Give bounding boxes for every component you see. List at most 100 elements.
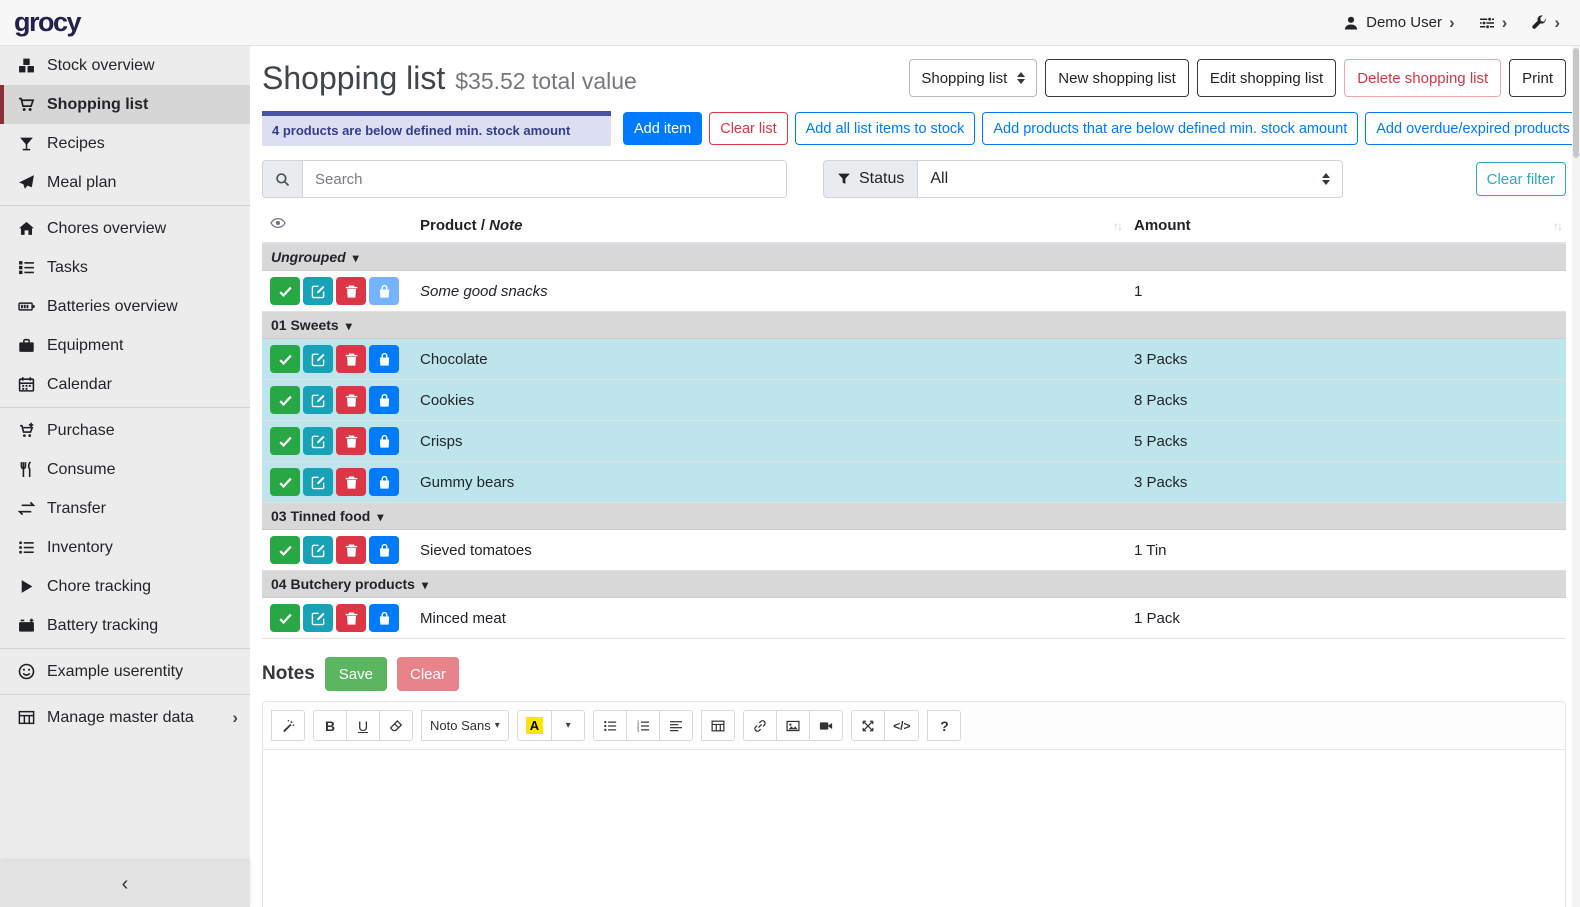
- mark-done-button[interactable]: [270, 604, 300, 632]
- add-all-to-stock-button[interactable]: Add all list items to stock: [795, 112, 976, 145]
- sort-icon: ↑↓: [1553, 219, 1561, 233]
- add-below-min-stock-button[interactable]: Add products that are below defined min.…: [982, 112, 1358, 145]
- edit-item-button[interactable]: [303, 604, 333, 632]
- search-input[interactable]: [302, 160, 787, 198]
- sidebar-item-batteries-overview[interactable]: Batteries overview: [0, 287, 250, 326]
- underline-button[interactable]: U: [346, 710, 380, 741]
- notes-editor-area[interactable]: [263, 750, 1565, 907]
- highlight-button[interactable]: A: [517, 710, 552, 741]
- table-button[interactable]: [701, 710, 735, 741]
- sidebar-item-equipment[interactable]: Equipment: [0, 326, 250, 365]
- bold-button[interactable]: B: [313, 710, 347, 741]
- picture-icon: [786, 719, 800, 733]
- help-button[interactable]: ?: [927, 710, 961, 741]
- edit-item-button[interactable]: [303, 468, 333, 496]
- paragraph-button[interactable]: [659, 710, 693, 741]
- eye-icon: [270, 215, 286, 231]
- add-to-stock-button[interactable]: [369, 604, 399, 632]
- arrows-button[interactable]: [851, 710, 885, 741]
- delete-item-button[interactable]: [336, 604, 366, 632]
- sidebar-item-battery-tracking[interactable]: Battery tracking: [0, 606, 250, 645]
- ol-button[interactable]: 123: [626, 710, 660, 741]
- add-to-stock-button[interactable]: [369, 536, 399, 564]
- mark-done-button[interactable]: [270, 427, 300, 455]
- mark-done-button[interactable]: [270, 277, 300, 305]
- delete-item-button[interactable]: [336, 468, 366, 496]
- sidebar-item-transfer[interactable]: Transfer: [0, 489, 250, 528]
- mark-done-button[interactable]: [270, 468, 300, 496]
- sidebar-item-inventory[interactable]: Inventory: [0, 528, 250, 567]
- sidebar-item-example-userentity[interactable]: Example userentity: [0, 652, 250, 691]
- sidebar-item-manage-master-data[interactable]: Manage master data›: [0, 698, 250, 737]
- battery-icon: [16, 298, 37, 315]
- amount-column-header[interactable]: Amount ↑↓: [1126, 210, 1566, 243]
- ul-button[interactable]: [593, 710, 627, 741]
- shopping-list-select[interactable]: Shopping list: [909, 59, 1037, 97]
- edit-item-button[interactable]: [303, 277, 333, 305]
- visibility-column-header[interactable]: [262, 210, 412, 243]
- group-row-01-sweets[interactable]: 01 Sweets▾: [262, 312, 1566, 339]
- sidebar-item-recipes[interactable]: Recipes: [0, 124, 250, 163]
- group-row-03-tinned-food[interactable]: 03 Tinned food▾: [262, 503, 1566, 530]
- sidebar-item-meal-plan[interactable]: Meal plan: [0, 163, 250, 202]
- admin-menu[interactable]: ›: [1531, 14, 1560, 31]
- product-column-header[interactable]: Product / Note ↑↓: [412, 210, 1126, 243]
- scrollbar-thumb[interactable]: [1573, 48, 1579, 158]
- select-arrows-icon: [1017, 72, 1025, 84]
- group-row-04-butchery-products[interactable]: 04 Butchery products▾: [262, 571, 1566, 598]
- sidebar-item-purchase[interactable]: Purchase: [0, 411, 250, 450]
- add-to-stock-button[interactable]: [369, 427, 399, 455]
- font-button[interactable]: Noto Sans▾: [421, 710, 509, 741]
- sidebar-item-chore-tracking[interactable]: Chore tracking: [0, 567, 250, 606]
- sidebar-item-calendar[interactable]: Calendar: [0, 365, 250, 404]
- user-menu[interactable]: Demo User ›: [1343, 14, 1455, 31]
- picture-button[interactable]: [776, 710, 810, 741]
- delete-item-button[interactable]: [336, 427, 366, 455]
- magic-button[interactable]: [271, 710, 305, 741]
- print-button[interactable]: Print: [1509, 59, 1566, 97]
- add-to-stock-button[interactable]: [369, 386, 399, 414]
- add-item-button[interactable]: Add item: [623, 112, 702, 145]
- add-overdue-button[interactable]: Add overdue/expired products: [1365, 112, 1580, 145]
- group-row-ungrouped[interactable]: Ungrouped▾: [262, 243, 1566, 271]
- edit-item-button[interactable]: [303, 386, 333, 414]
- scrollbar-track[interactable]: [1572, 46, 1580, 907]
- delete-item-button[interactable]: [336, 536, 366, 564]
- edit-item-button[interactable]: [303, 536, 333, 564]
- mark-done-button[interactable]: [270, 386, 300, 414]
- link-icon: [753, 719, 767, 733]
- add-to-stock-button[interactable]: [369, 468, 399, 496]
- sidebar-item-shopping-list[interactable]: Shopping list: [0, 85, 250, 124]
- clear-filter-button[interactable]: Clear filter: [1476, 162, 1566, 196]
- sidebar-item-chores-overview[interactable]: Chores overview: [0, 209, 250, 248]
- sidebar-item-tasks[interactable]: Tasks: [0, 248, 250, 287]
- eraser-button[interactable]: [379, 710, 413, 741]
- mark-done-button[interactable]: [270, 345, 300, 373]
- edit-item-button[interactable]: [303, 345, 333, 373]
- video-button[interactable]: [809, 710, 843, 741]
- status-select[interactable]: All: [917, 160, 1343, 198]
- edit-shopping-list-button[interactable]: Edit shopping list: [1197, 59, 1336, 97]
- app-logo[interactable]: grocy: [14, 7, 80, 38]
- delete-shopping-list-button[interactable]: Delete shopping list: [1344, 59, 1501, 97]
- delete-item-button[interactable]: [336, 277, 366, 305]
- sidebar-collapse-button[interactable]: ‹: [0, 861, 250, 907]
- mark-done-button[interactable]: [270, 536, 300, 564]
- product-cell: Gummy bears: [412, 462, 1126, 503]
- delete-item-button[interactable]: [336, 386, 366, 414]
- save-notes-button[interactable]: Save: [325, 657, 387, 691]
- delete-item-button[interactable]: [336, 345, 366, 373]
- settings-menu[interactable]: ›: [1479, 14, 1508, 31]
- highlight-color-icon: A: [526, 717, 543, 734]
- sidebar-item-stock-overview[interactable]: Stock overview: [0, 46, 250, 85]
- link-button[interactable]: [743, 710, 777, 741]
- add-to-stock-button[interactable]: [369, 277, 399, 305]
- sidebar-item-consume[interactable]: Consume: [0, 450, 250, 489]
- clear-notes-button[interactable]: Clear: [397, 657, 459, 691]
- caret-button[interactable]: ▾: [551, 710, 585, 741]
- add-to-stock-button[interactable]: [369, 345, 399, 373]
- clear-list-button[interactable]: Clear list: [709, 112, 787, 145]
- edit-item-button[interactable]: [303, 427, 333, 455]
- new-shopping-list-button[interactable]: New shopping list: [1045, 59, 1189, 97]
- code-button[interactable]: </>: [884, 710, 919, 741]
